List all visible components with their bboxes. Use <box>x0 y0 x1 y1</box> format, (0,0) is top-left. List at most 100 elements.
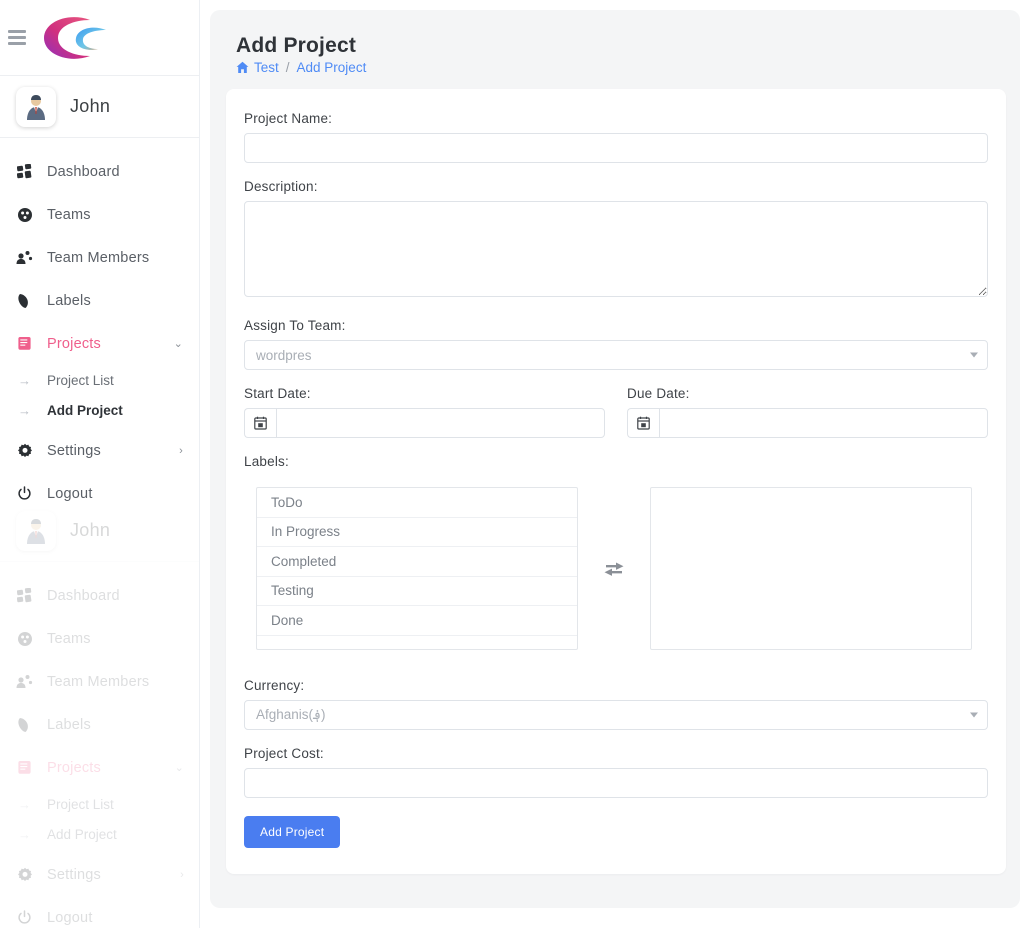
dashboard-icon <box>16 163 33 180</box>
due-date-calendar-icon[interactable] <box>627 408 659 438</box>
sidebar-item-label: Logout <box>47 485 93 502</box>
ghost-sidebar-item-label: Logout <box>47 909 93 926</box>
sidebar-item-label: Teams <box>47 206 91 223</box>
start-date-calendar-icon[interactable] <box>244 408 276 438</box>
brand-row <box>0 0 199 76</box>
ghost-sidebar-item-label: Teams <box>47 630 91 647</box>
sidebar-item-projects[interactable]: Projects ⌄ <box>0 322 199 365</box>
ghost-sidebar-item-labels: Labels <box>0 703 200 746</box>
projects-icon <box>16 759 33 776</box>
list-item[interactable]: In Progress <box>257 518 577 547</box>
page-title: Add Project <box>236 34 357 57</box>
list-item[interactable]: Completed <box>257 547 577 577</box>
due-date-input[interactable] <box>659 408 988 438</box>
labels-dual-list: ToDo In Progress Completed Testing Done <box>244 487 988 650</box>
ghost-sidebar-item-teams: Teams <box>0 617 200 660</box>
transfer-arrows-icon[interactable] <box>578 561 650 577</box>
gear-icon <box>16 866 33 883</box>
team-members-icon <box>16 249 33 266</box>
list-item[interactable]: ToDo <box>257 488 577 518</box>
chevron-down-icon: ⌄ <box>174 762 184 774</box>
sidebar-item-labels[interactable]: Labels <box>0 279 199 322</box>
content-shell: Add Project Test / Add Project Project N… <box>210 10 1020 908</box>
ghost-sidebar-item-label: Labels <box>47 716 91 733</box>
start-date-input[interactable] <box>276 408 605 438</box>
list-item[interactable]: Done <box>257 606 577 636</box>
add-project-submit-button[interactable]: Add Project <box>244 816 341 848</box>
ghost-sidebar-item-label: Dashboard <box>47 587 120 604</box>
sidebar-ghost-duplicate: John Dashboard Teams Team Members Labels… <box>0 500 200 928</box>
project-name-label: Project Name: <box>244 111 333 126</box>
projects-icon <box>16 335 33 352</box>
sidebar-subitem-label: Add Project <box>47 402 123 418</box>
label-tag-icon <box>16 716 33 733</box>
user-avatar <box>16 510 56 551</box>
project-name-input[interactable] <box>244 133 988 163</box>
due-date-group: Due Date: <box>627 386 988 438</box>
assign-team-select[interactable]: wordpres <box>244 340 988 370</box>
ghost-nav: Dashboard Teams Team Members Labels Proj… <box>0 562 200 928</box>
chevron-right-icon: › <box>180 868 184 881</box>
ghost-sidebar-item-logout: Logout <box>0 896 200 928</box>
labels-selected-list[interactable] <box>650 487 972 650</box>
power-icon <box>16 485 33 502</box>
currency-select-wrap: Afghanis(؋) <box>244 700 988 730</box>
ghost-sidebar-subitem-add-project: → Add Project <box>0 819 200 849</box>
sidebar-item-team-members[interactable]: Team Members <box>0 236 199 279</box>
home-icon <box>236 61 249 74</box>
arrow-right-icon: → <box>18 402 31 418</box>
list-item[interactable]: Testing <box>257 577 577 606</box>
sidebar-subitem-label: Project List <box>47 372 114 388</box>
assign-team-selected-value: wordpres <box>256 347 312 363</box>
due-date-label: Due Date: <box>627 386 690 401</box>
currency-select[interactable]: Afghanis(؋) <box>244 700 988 730</box>
chevron-right-icon[interactable]: › <box>179 445 183 457</box>
sidebar-subitem-add-project[interactable]: → Add Project <box>0 395 199 425</box>
sidebar-item-dashboard[interactable]: Dashboard <box>0 150 199 193</box>
ghost-sidebar-item-settings: Settings › <box>0 853 200 896</box>
sidebar: John Dashboard Teams Team Members Labels… <box>0 0 200 928</box>
description-textarea[interactable] <box>244 201 988 297</box>
sidebar-item-logout[interactable]: Logout <box>0 472 199 515</box>
ghost-sidebar-item-label: Projects <box>47 759 101 776</box>
hamburger-icon[interactable] <box>6 26 28 49</box>
breadcrumb-root-link[interactable]: Test <box>254 60 279 75</box>
chevron-down-icon[interactable]: ⌄ <box>174 337 183 350</box>
arrow-right-icon: → <box>18 372 31 388</box>
assign-team-label: Assign To Team: <box>244 318 346 333</box>
sidebar-item-label: Projects <box>47 335 101 352</box>
description-label: Description: <box>244 179 318 194</box>
labels-available-list[interactable]: ToDo In Progress Completed Testing Done <box>256 487 578 650</box>
ghost-sidebar-item-label: Settings <box>47 866 101 883</box>
currency-selected-value: Afghanis(؋) <box>256 707 326 722</box>
sidebar-item-label: Settings <box>47 442 101 459</box>
company-logo[interactable] <box>38 14 116 62</box>
labels-label: Labels: <box>244 454 289 469</box>
assign-team-select-wrap: wordpres <box>244 340 988 370</box>
sidebar-item-label: Labels <box>47 292 91 309</box>
sidebar-item-label: Team Members <box>47 249 150 266</box>
project-cost-input[interactable] <box>244 768 988 798</box>
breadcrumb-current-link[interactable]: Add Project <box>297 60 367 75</box>
user-avatar <box>16 86 56 127</box>
power-icon <box>16 909 33 926</box>
start-date-label: Start Date: <box>244 386 311 401</box>
ghost-sidebar-subitem-project-list: → Project List <box>0 789 200 819</box>
arrow-right-icon: → <box>18 796 31 812</box>
ghost-sidebar-item-team-members: Team Members <box>0 660 200 703</box>
breadcrumb: Test / Add Project <box>236 60 1004 75</box>
gear-icon <box>16 442 33 459</box>
ghost-sidebar-item-label: Team Members <box>47 673 150 690</box>
add-project-form-card: Project Name: Description: Assign To Tea… <box>226 89 1006 874</box>
team-members-icon <box>16 673 33 690</box>
teams-icon <box>16 630 33 647</box>
sidebar-subitem-project-list[interactable]: → Project List <box>0 365 199 395</box>
ghost-user-name: John <box>70 520 111 540</box>
user-name: John <box>70 96 111 116</box>
sidebar-item-teams[interactable]: Teams <box>0 193 199 236</box>
sidebar-nav: Dashboard Teams Team Members Labels Proj… <box>0 138 199 515</box>
user-row[interactable]: John <box>0 76 199 138</box>
date-row: Start Date: Due Date: <box>244 386 988 438</box>
sidebar-item-settings[interactable]: Settings › <box>0 429 199 472</box>
breadcrumb-separator: / <box>285 60 290 75</box>
